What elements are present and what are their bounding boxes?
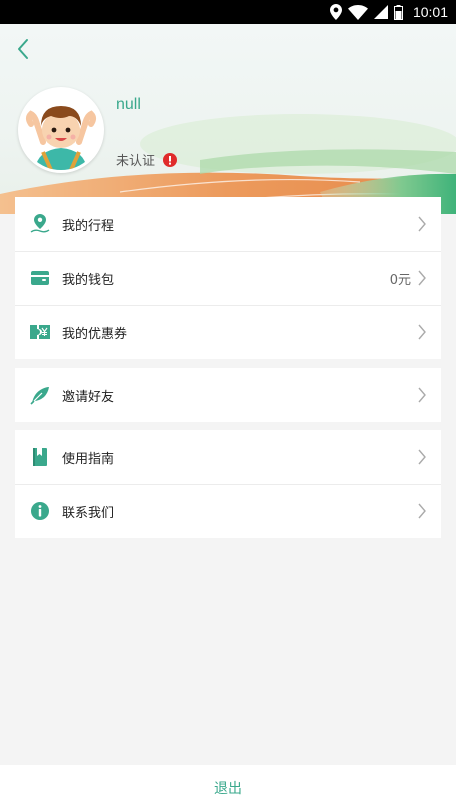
- chevron-right-icon: [418, 449, 426, 465]
- menu-group-account: 我的行程 我的钱包 0元 我的优惠券: [15, 197, 441, 359]
- username: null: [116, 96, 141, 113]
- info-icon: [29, 500, 51, 522]
- chevron-right-icon: [418, 270, 426, 286]
- cartoon-boy-avatar-icon: [21, 90, 101, 170]
- wifi-icon: [347, 4, 368, 20]
- menu-item-label: 我的钱包: [62, 272, 115, 288]
- profile-header: null 未认证: [0, 24, 456, 214]
- chevron-right-icon: [418, 324, 426, 340]
- wallet-icon: [29, 267, 51, 289]
- menu-item-user-guide[interactable]: 使用指南: [15, 430, 441, 484]
- chevron-right-icon: [418, 503, 426, 519]
- menu-group-invite: 邀请好友: [15, 368, 441, 422]
- wallet-balance: 0元: [389, 272, 411, 288]
- status-bar: 10:01: [0, 0, 456, 24]
- book-icon: [29, 446, 51, 468]
- signal-icon: [373, 5, 388, 19]
- menu-item-label: 邀请好友: [62, 389, 115, 405]
- menu-item-label: 我的行程: [62, 218, 115, 234]
- back-button[interactable]: [12, 36, 36, 62]
- menu-item-label: 联系我们: [62, 505, 115, 521]
- logout-button[interactable]: 退出: [214, 778, 242, 798]
- coupon-icon: [29, 321, 51, 343]
- menu-item-label: 使用指南: [62, 451, 115, 467]
- menu-item-contact-us[interactable]: 联系我们: [15, 484, 441, 538]
- chevron-right-icon: [418, 216, 426, 232]
- menu-item-label: 我的优惠券: [62, 326, 128, 342]
- verification-label: 未认证: [116, 154, 156, 169]
- warning-icon: [163, 152, 178, 167]
- logout-bar: 退出: [0, 765, 456, 811]
- status-time: 10:01: [412, 4, 448, 20]
- menu-item-wallet[interactable]: 我的钱包 0元: [15, 251, 441, 305]
- battery-icon: [393, 4, 403, 20]
- verification-status[interactable]: 未认证: [116, 150, 178, 169]
- menu-group-help: 使用指南 联系我们: [15, 430, 441, 538]
- menu-item-trips[interactable]: 我的行程: [15, 197, 441, 251]
- avatar[interactable]: [18, 87, 104, 173]
- location-status-icon: [329, 4, 342, 20]
- location-pin-icon: [29, 213, 51, 235]
- feather-icon: [29, 384, 51, 406]
- menu-item-invite-friends[interactable]: 邀请好友: [15, 368, 441, 422]
- menu-item-coupons[interactable]: 我的优惠券: [15, 305, 441, 359]
- chevron-right-icon: [418, 387, 426, 403]
